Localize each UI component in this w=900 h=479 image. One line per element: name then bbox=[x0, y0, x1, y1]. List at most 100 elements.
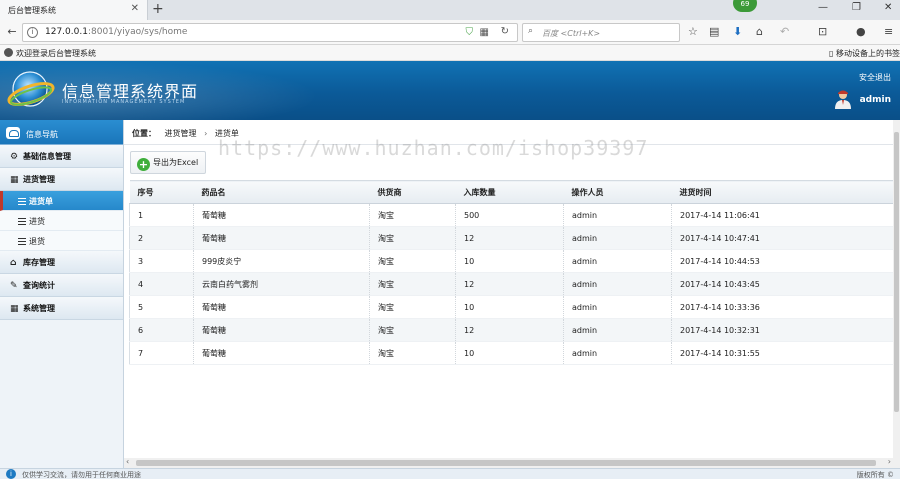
info-icon: i bbox=[6, 469, 16, 479]
sidebar-item-purchase-orders[interactable]: 进货单 bbox=[0, 191, 123, 211]
table-row[interactable]: 1 葡萄糖 淘宝 500 admin 2017-4-14 11:06:41 bbox=[129, 203, 893, 227]
maximize-icon[interactable]: ❐ bbox=[852, 2, 861, 13]
sidebar-item-returns[interactable]: 退货 bbox=[0, 231, 123, 251]
horizontal-scrollbar[interactable]: ‹ › bbox=[124, 457, 893, 468]
scroll-right-icon[interactable]: › bbox=[888, 457, 891, 466]
table-cell: 6 bbox=[129, 318, 194, 342]
breadcrumb-separator: › bbox=[204, 129, 208, 138]
table-cell: 2017-4-14 11:06:41 bbox=[671, 203, 893, 227]
minimize-icon[interactable]: — bbox=[818, 2, 828, 13]
table-row[interactable]: 5 葡萄糖 淘宝 10 admin 2017-4-14 10:33:36 bbox=[129, 295, 893, 319]
main-content: 位置： 进货管理 › 进货单 + 导出为Excel 序号 药品名 供货商 入库数量… bbox=[124, 120, 893, 458]
table-cell: admin bbox=[563, 318, 672, 342]
column-header[interactable]: 进货时间 bbox=[671, 180, 893, 204]
back-arrow-icon[interactable]: ← bbox=[4, 24, 20, 40]
sidebar-group-inventory[interactable]: ⌂ 库存管理 bbox=[0, 251, 123, 274]
table-cell: 淘宝 bbox=[369, 226, 456, 250]
sidebar-group-basic-info[interactable]: ⚙ 基础信息管理 bbox=[0, 145, 123, 168]
sidebar-group-statistics[interactable]: ✎ 查询统计 bbox=[0, 274, 123, 297]
table-row[interactable]: 2 葡萄糖 淘宝 12 admin 2017-4-14 10:47:41 bbox=[129, 226, 893, 250]
table-cell: 2017-4-14 10:32:31 bbox=[671, 318, 893, 342]
table-cell: 淘宝 bbox=[369, 295, 456, 319]
current-username: admin bbox=[859, 95, 891, 105]
chat-icon[interactable]: ● bbox=[856, 25, 866, 38]
table-row[interactable]: 6 葡萄糖 淘宝 12 admin 2017-4-14 10:32:31 bbox=[129, 318, 893, 342]
list-icon bbox=[18, 218, 26, 225]
table-cell: 10 bbox=[455, 295, 564, 319]
column-header[interactable]: 操作人员 bbox=[563, 180, 672, 204]
table-cell: 12 bbox=[455, 226, 564, 250]
table-cell: 葡萄糖 bbox=[193, 341, 370, 365]
tab-close-icon[interactable]: ✕ bbox=[131, 3, 139, 14]
table-cell: 3 bbox=[129, 249, 194, 273]
column-header[interactable]: 供货商 bbox=[369, 180, 456, 204]
table-cell: 12 bbox=[455, 318, 564, 342]
table-cell: admin bbox=[563, 272, 672, 296]
footer: i 仅供学习交流，请勿用于任何商业用途 版权所有 © bbox=[0, 468, 900, 479]
scrollbar-thumb[interactable] bbox=[136, 460, 876, 466]
cloud-icon bbox=[6, 127, 20, 139]
list-icon bbox=[18, 238, 26, 245]
table-row[interactable]: 3 999皮炎宁 淘宝 10 admin 2017-4-14 10:44:53 bbox=[129, 249, 893, 273]
table-cell: 4 bbox=[129, 272, 194, 296]
column-header[interactable]: 入库数量 bbox=[455, 180, 564, 204]
scroll-left-icon[interactable]: ‹ bbox=[126, 457, 129, 466]
download-icon[interactable]: ⬇ bbox=[733, 25, 742, 38]
info-icon[interactable]: i bbox=[27, 27, 38, 38]
undo-icon[interactable]: ↶ bbox=[780, 25, 789, 38]
bookmark-bar: 欢迎登录后台管理系统 ▯ 移动设备上的书签 bbox=[0, 45, 900, 61]
breadcrumb-prefix: 位置： bbox=[132, 129, 156, 138]
globe-logo-icon bbox=[7, 71, 55, 107]
browser-tabbar: 后台管理系统 ✕ + 69 — ❐ ✕ bbox=[0, 0, 900, 20]
table-row[interactable]: 7 葡萄糖 淘宝 10 admin 2017-4-14 10:31:55 bbox=[129, 341, 893, 365]
table-cell: 1 bbox=[129, 203, 194, 227]
sidebar-group-system[interactable]: ▦ 系统管理 bbox=[0, 297, 123, 320]
table-cell: 12 bbox=[455, 272, 564, 296]
table-cell: 2017-4-14 10:43:45 bbox=[671, 272, 893, 296]
table-cell: 淘宝 bbox=[369, 203, 456, 227]
table-cell: 葡萄糖 bbox=[193, 295, 370, 319]
table-cell: 云南白药气雾剂 bbox=[193, 272, 370, 296]
reading-list-icon[interactable]: ▤ bbox=[709, 25, 719, 38]
qr-code-icon[interactable]: ▦ bbox=[480, 27, 489, 38]
breadcrumb-parent[interactable]: 进货管理 bbox=[165, 129, 197, 138]
tab-title: 后台管理系统 bbox=[8, 6, 56, 15]
purchase-table: 序号 药品名 供货商 入库数量 操作人员 进货时间 1 葡萄糖 淘宝 500 a… bbox=[129, 180, 893, 365]
mobile-bookmarks[interactable]: ▯ 移动设备上的书签 bbox=[829, 48, 900, 59]
table-cell: 10 bbox=[455, 249, 564, 273]
vertical-scrollbar[interactable] bbox=[893, 120, 900, 468]
app-subtitle: INFORMATION MANAGEMENT SYSTEM bbox=[62, 99, 186, 105]
bookmark-star-icon[interactable]: ☆ bbox=[688, 25, 698, 38]
shield-icon[interactable]: ⛉ bbox=[466, 27, 474, 38]
column-header[interactable]: 药品名 bbox=[193, 180, 370, 204]
table-row[interactable]: 4 云南白药气雾剂 淘宝 12 admin 2017-4-14 10:43:45 bbox=[129, 272, 893, 296]
table-cell: 10 bbox=[455, 341, 564, 365]
user-avatar-icon bbox=[835, 90, 851, 109]
table-cell: 500 bbox=[455, 203, 564, 227]
scrollbar-thumb[interactable] bbox=[894, 132, 899, 412]
table-cell: 淘宝 bbox=[369, 341, 456, 365]
bookmark-item[interactable]: 欢迎登录后台管理系统 bbox=[4, 48, 96, 59]
footer-copyright: 版权所有 © bbox=[856, 471, 894, 479]
search-box[interactable]: ⌕ 百度 <Ctrl+K> bbox=[522, 23, 680, 42]
browser-tab[interactable]: 后台管理系统 ✕ bbox=[0, 0, 148, 20]
reload-icon[interactable]: ↻ bbox=[501, 26, 509, 37]
calendar-icon: ▦ bbox=[10, 304, 19, 314]
notification-badge[interactable]: 69 bbox=[733, 0, 757, 12]
logout-link[interactable]: 安全退出 bbox=[859, 72, 891, 83]
table-cell: 葡萄糖 bbox=[193, 226, 370, 250]
menu-icon[interactable]: ≡ bbox=[884, 25, 893, 38]
app-header: 信息管理系统界面 INFORMATION MANAGEMENT SYSTEM 安… bbox=[0, 61, 900, 120]
url-text[interactable]: 127.0.0.1:8001/yiyao/sys/home bbox=[45, 27, 187, 37]
new-tab-button[interactable]: + bbox=[152, 1, 164, 17]
close-window-icon[interactable]: ✕ bbox=[884, 2, 892, 13]
table-cell: admin bbox=[563, 203, 672, 227]
export-excel-button[interactable]: + 导出为Excel bbox=[130, 151, 206, 174]
sidebar-item-purchase[interactable]: 进货 bbox=[0, 211, 123, 231]
column-header[interactable]: 序号 bbox=[129, 180, 194, 204]
address-bar[interactable]: i 127.0.0.1:8001/yiyao/sys/home ⛉ ▦ ↻ bbox=[22, 23, 518, 42]
sidebar-group-purchase[interactable]: ▦ 进货管理 bbox=[0, 168, 123, 191]
table-cell: 2 bbox=[129, 226, 194, 250]
screenshot-icon[interactable]: ⊡ bbox=[818, 25, 827, 38]
home-icon[interactable]: ⌂ bbox=[756, 25, 763, 38]
